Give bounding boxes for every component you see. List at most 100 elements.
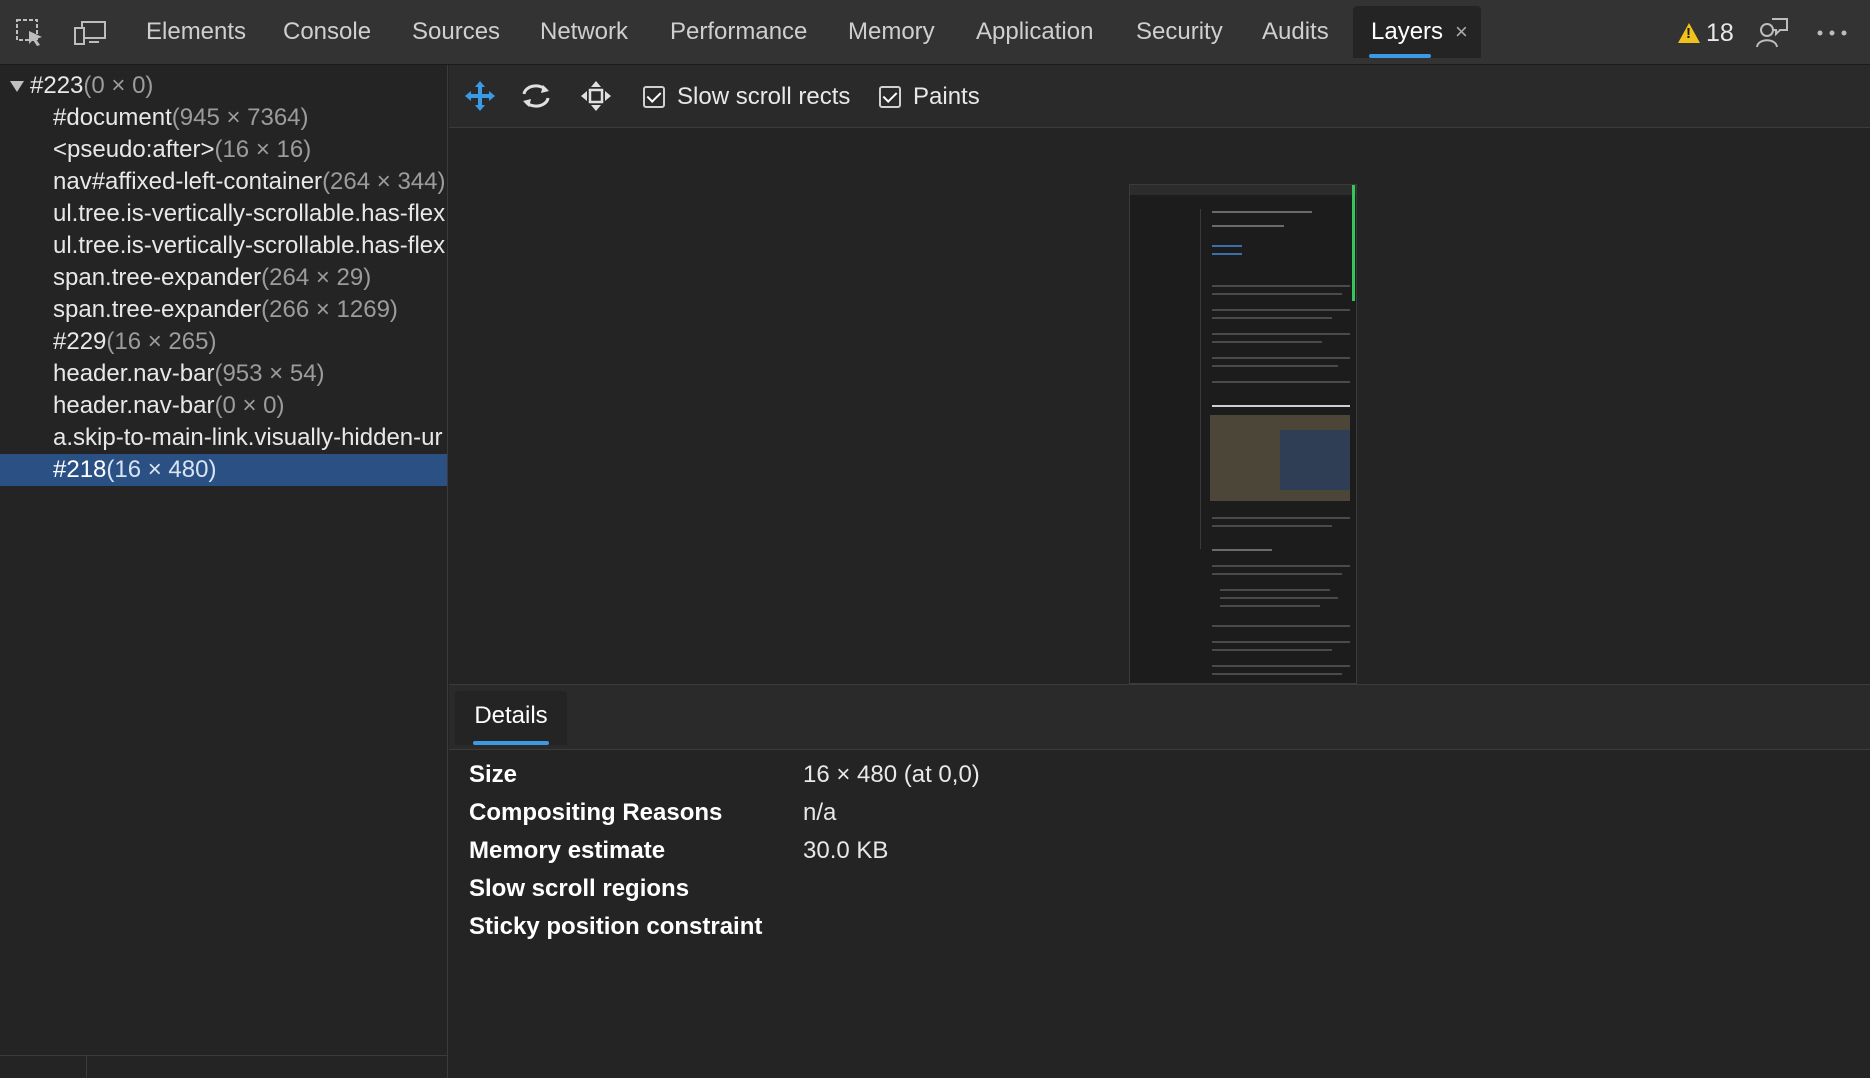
detail-row-size: Size 16 × 480 (at 0,0) [469,756,1849,794]
layer-name: #document [53,104,172,131]
warning-icon [1678,23,1700,43]
pan-mode-icon[interactable] [461,77,499,115]
preview-text-line [1212,641,1350,643]
tab-audits[interactable]: Audits [1262,0,1329,64]
detail-key: Compositing Reasons [469,799,723,826]
tab-layers[interactable]: Layers × [1353,6,1481,58]
tree-root-item[interactable]: #223(0 × 0) [0,70,447,102]
tab-application[interactable]: Application [976,0,1093,64]
warnings-counter[interactable]: 18 [1678,14,1734,52]
tree-item[interactable]: #229(16 × 265) [0,326,447,358]
active-tab-indicator [1369,54,1431,58]
preview-text-line [1212,293,1342,295]
preview-text-line [1212,333,1350,335]
preview-text-line [1220,597,1338,599]
preview-text-line [1212,625,1350,627]
tab-layers-label: Layers [1371,18,1444,45]
tree-item[interactable]: nav#affixed-left-container(264 × 344) [0,166,447,198]
tree-item[interactable]: ul.tree.is-vertically-scrollable.has-fle… [0,230,447,262]
detail-row-memory-estimate: Memory estimate 30.0 KB [469,832,1849,870]
preview-text-line [1212,285,1350,287]
tab-elements[interactable]: Elements [146,0,246,64]
paints-label: Paints [913,83,980,110]
preview-text-line [1212,357,1350,359]
preview-text-line [1212,565,1350,567]
rotate-mode-icon[interactable] [517,77,555,115]
preview-text-line [1212,381,1350,383]
preview-text-line [1212,365,1338,367]
device-toolbar-icon[interactable] [71,14,109,52]
devtools-tab-bar: Elements Console Sources Network Perform… [0,0,1870,65]
tab-sources[interactable]: Sources [412,0,500,64]
detail-row-compositing-reasons: Compositing Reasons n/a [469,794,1849,832]
tree-item[interactable]: <pseudo:after>(16 × 16) [0,134,447,166]
paints-checkbox[interactable]: Paints [879,83,980,111]
layer-name: header.nav-bar [53,392,215,419]
tree-item[interactable]: a.skip-to-main-link.visually-hidden-ur [0,422,447,454]
tab-performance[interactable]: Performance [670,0,807,64]
expand-triangle-icon[interactable] [10,81,24,93]
preview-text-line [1212,245,1242,247]
layer-page-preview[interactable] [1129,184,1357,684]
tree-item[interactable]: span.tree-expander(264 × 29) [0,262,447,294]
tab-console[interactable]: Console [283,0,371,64]
tree-item[interactable]: ul.tree.is-vertically-scrollable.has-fle… [0,198,447,230]
layer-name: ul.tree.is-vertically-scrollable.has-fle… [53,232,446,259]
tab-details[interactable]: Details [455,691,567,745]
tab-details-label: Details [474,702,548,729]
layers-3d-viewport[interactable] [449,128,1870,684]
inspect-element-icon[interactable] [11,14,49,52]
layer-size: (16 × 265) [106,328,217,355]
detail-key: Size [469,761,518,788]
preview-text-line [1212,673,1342,675]
tree-item[interactable]: #document(945 × 7364) [0,102,447,134]
detail-row-sticky-position-constraint: Sticky position constraint [469,908,1849,946]
slow-scroll-rects-checkbox[interactable]: Slow scroll rects [643,83,850,111]
panel-status-strip [0,1055,447,1078]
detail-key: Slow scroll regions [469,875,690,902]
preview-header-strip [1130,185,1356,195]
layer-name: span.tree-expander [53,264,262,291]
tree-item[interactable]: header.nav-bar(953 × 54) [0,358,447,390]
active-tab-indicator [473,741,549,745]
layer-size: (266 × 1269) [261,296,398,323]
detail-key: Memory estimate [469,837,666,864]
layer-name: #218 [53,456,107,483]
layer-size: (953 × 54) [214,360,325,387]
layer-name: nav#affixed-left-container [53,168,323,195]
preview-text-line [1212,309,1350,311]
feedback-icon[interactable] [1753,14,1791,52]
layer-name: #223 [30,72,84,99]
detail-row-slow-scroll-regions: Slow scroll regions [469,870,1849,908]
preview-text-line [1212,525,1332,527]
tab-network[interactable]: Network [540,0,628,64]
detail-value: n/a [803,799,837,826]
tree-item-selected[interactable]: #218(16 × 480) [0,454,447,486]
tree-item[interactable]: header.nav-bar(0 × 0) [0,390,447,422]
checkbox-checked-icon [643,86,665,108]
preview-text-line [1212,341,1322,343]
details-tab-strip: Details [449,684,1870,750]
layer-size: (945 × 7364) [171,104,309,131]
layer-tree-panel: #223(0 × 0) #document(945 × 7364) <pseud… [0,65,448,1078]
tab-security[interactable]: Security [1136,0,1223,64]
preview-text-line [1212,211,1312,213]
tree-item[interactable]: span.tree-expander(266 × 1269) [0,294,447,326]
layer-size: (16 × 480) [106,456,217,483]
detail-value: 16 × 480 (at 0,0) [803,761,980,788]
preview-text-line [1212,573,1342,575]
slow-scroll-rects-label: Slow scroll rects [677,83,851,110]
preview-sidebar [1136,209,1201,549]
preview-text-line [1212,225,1284,227]
tab-memory[interactable]: Memory [848,0,935,64]
divider [86,1056,87,1078]
layer-name: a.skip-to-main-link.visually-hidden-ur [53,424,443,451]
layer-name: #229 [53,328,107,355]
close-tab-icon[interactable]: × [1455,19,1468,44]
preview-text-line [1212,649,1332,651]
more-menu-icon[interactable] [1813,14,1851,52]
layer-name: <pseudo:after> [53,136,215,163]
reset-transform-icon[interactable] [577,77,615,115]
layer-size: (0 × 0) [83,72,154,99]
checkbox-checked-icon [879,86,901,108]
